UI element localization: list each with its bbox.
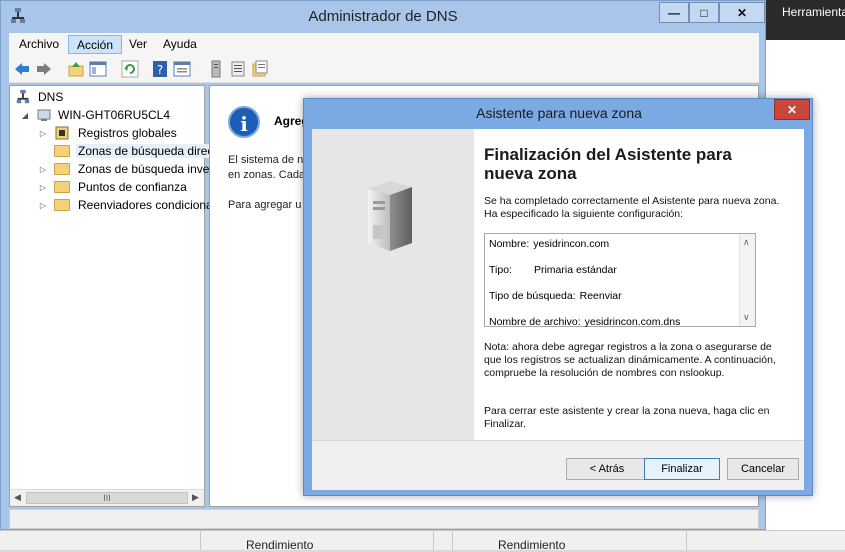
menu-bar: Archivo Acción Ver Ayuda [9, 33, 759, 55]
tree-node-reverse-lookup-zones[interactable]: ▷ Zonas de búsqueda inver [38, 160, 215, 178]
tree-node-server[interactable]: ◢ WIN-GHT06RU5CL4 [20, 106, 172, 124]
summary-label: Nombre: [489, 238, 530, 250]
menu-archivo[interactable]: Archivo [11, 35, 67, 54]
divider [433, 530, 434, 550]
show-hide-tree-icon[interactable] [89, 60, 107, 78]
maximize-button[interactable]: □ [689, 2, 719, 23]
folder-icon [54, 181, 70, 193]
status-bar [9, 509, 759, 529]
back-arrow-icon[interactable] [13, 60, 31, 78]
scroll-down-icon[interactable]: ∨ [743, 312, 750, 323]
server-icon [37, 109, 51, 121]
menu-ver[interactable]: Ver [121, 35, 155, 54]
divider [686, 530, 687, 550]
server-tower-icon [368, 181, 412, 251]
tree-node-global-records[interactable]: ▷ Registros globales [38, 124, 179, 142]
toolbar: ? [9, 55, 759, 83]
configuration-summary-box[interactable]: Nombre: yesidrincon.com Tipo: Primaria est… [484, 233, 756, 328]
tree-label: Puntos de confianza [78, 180, 187, 194]
summary-value: Primaria estándar [533, 264, 617, 276]
horizontal-scrollbar[interactable]: ◀ III ▶ [10, 489, 204, 506]
properties-icon[interactable] [173, 60, 191, 78]
folder-icon [54, 145, 70, 157]
expand-arrow-icon[interactable]: ▷ [38, 129, 48, 138]
tree-label: Zonas de búsqueda direc [76, 144, 216, 158]
content-text: Para agregar u [228, 199, 302, 211]
title-bar[interactable]: Administrador de DNS — □ ✕ [1, 1, 765, 31]
expand-arrow-icon[interactable]: ▷ [38, 201, 48, 210]
summary-lookup-line: Tipo de búsqueda: Reenviar [489, 290, 622, 302]
background-panel-strip [0, 530, 845, 550]
up-folder-icon[interactable] [67, 60, 85, 78]
scroll-grip: III [103, 493, 111, 503]
summary-name-line: Nombre: yesidrincon.com [489, 238, 609, 250]
tree-label: Zonas de búsqueda inver [78, 162, 214, 176]
summary-value: Reenviar [579, 290, 622, 302]
window-title: Administrador de DNS [308, 8, 458, 25]
info-icon: i [228, 106, 260, 138]
tree-label: Reenviadores condiciona [78, 198, 213, 212]
content-text: en zonas. Cada [228, 169, 306, 181]
summary-value: yesidrincon.com.dns [584, 316, 681, 328]
tree-label: Registros globales [78, 126, 177, 140]
wizard-body: Finalización del Asistente para nueva zo… [312, 129, 804, 440]
close-button[interactable]: ✕ [774, 99, 810, 120]
wizard-intro-text: Se ha completado correctamente el Asiste… [484, 195, 780, 220]
folder-icon [54, 163, 70, 175]
summary-type-line: Tipo: Primaria estándar [489, 264, 617, 276]
refresh-icon[interactable] [121, 60, 139, 78]
scroll-left-icon[interactable]: ◀ [14, 492, 21, 503]
background-tools-menu[interactable]: Herramienta [766, 0, 845, 40]
collapse-arrow-icon[interactable]: ◢ [20, 111, 30, 120]
summary-value: yesidrincon.com [533, 238, 610, 250]
tree-node-trust-points[interactable]: ▷ Puntos de confianza [38, 178, 189, 196]
vertical-scrollbar[interactable]: ∧ ∨ [739, 234, 755, 326]
server-icon[interactable] [207, 60, 225, 78]
dns-icon [16, 89, 30, 104]
forward-arrow-icon[interactable] [35, 60, 53, 78]
list-icon[interactable] [229, 60, 247, 78]
wizard-note-text: Nota: ahora debe agregar registros a la … [484, 341, 776, 379]
tree-node-forward-lookup-zones[interactable]: Zonas de búsqueda direc [38, 142, 216, 160]
tree-pane: DNS ◢ WIN-GHT06RU5CL4 ▷ Registros global… [9, 85, 216, 507]
content-text: El sistema de n [228, 154, 304, 166]
tree-node-conditional-forwarders[interactable]: ▷ Reenviadores condiciona [38, 196, 215, 214]
new-zone-wizard-dialog: Asistente para nueva zona ✕ Finalización… [303, 98, 813, 496]
scroll-up-icon[interactable]: ∧ [743, 237, 750, 248]
wizard-footer: < Atrás Finalizar Cancelar [312, 440, 804, 490]
scroll-right-icon[interactable]: ▶ [192, 492, 199, 503]
records-icon[interactable] [251, 60, 269, 78]
minimize-button[interactable]: — [659, 2, 689, 23]
close-button[interactable]: ✕ [719, 2, 765, 23]
tree-label: WIN-GHT06RU5CL4 [58, 108, 171, 122]
dialog-title: Asistente para nueva zona [476, 105, 642, 121]
records-icon [55, 126, 69, 140]
wizard-close-hint-text: Para cerrar este asistente y crear la zo… [484, 405, 770, 430]
divider [452, 530, 453, 550]
cancel-button[interactable]: Cancelar [727, 458, 799, 480]
expand-arrow-icon[interactable]: ▷ [38, 183, 48, 192]
scroll-thumb[interactable]: III [26, 492, 188, 504]
summary-label: Tipo de búsqueda: [489, 290, 576, 302]
divider [200, 530, 201, 550]
expand-arrow-icon[interactable]: ▷ [38, 165, 48, 174]
summary-label: Nombre de archivo: [489, 316, 581, 328]
wizard-heading: Finalización del Asistente para nueva zo… [484, 145, 732, 183]
summary-file-line: Nombre de archivo: yesidrincon.com.dns [489, 316, 680, 328]
help-icon[interactable]: ? [151, 60, 169, 78]
folder-icon [54, 199, 70, 211]
tree-node-dns[interactable]: DNS [16, 88, 65, 106]
wizard-side-panel [312, 129, 474, 440]
svg-text:?: ? [157, 63, 163, 77]
menu-ayuda[interactable]: Ayuda [155, 35, 205, 54]
tree-label: DNS [38, 90, 64, 104]
summary-label: Tipo: [489, 264, 512, 276]
menu-accion[interactable]: Acción [68, 35, 123, 54]
back-button[interactable]: < Atrás [566, 458, 648, 480]
finish-button[interactable]: Finalizar [644, 458, 720, 480]
